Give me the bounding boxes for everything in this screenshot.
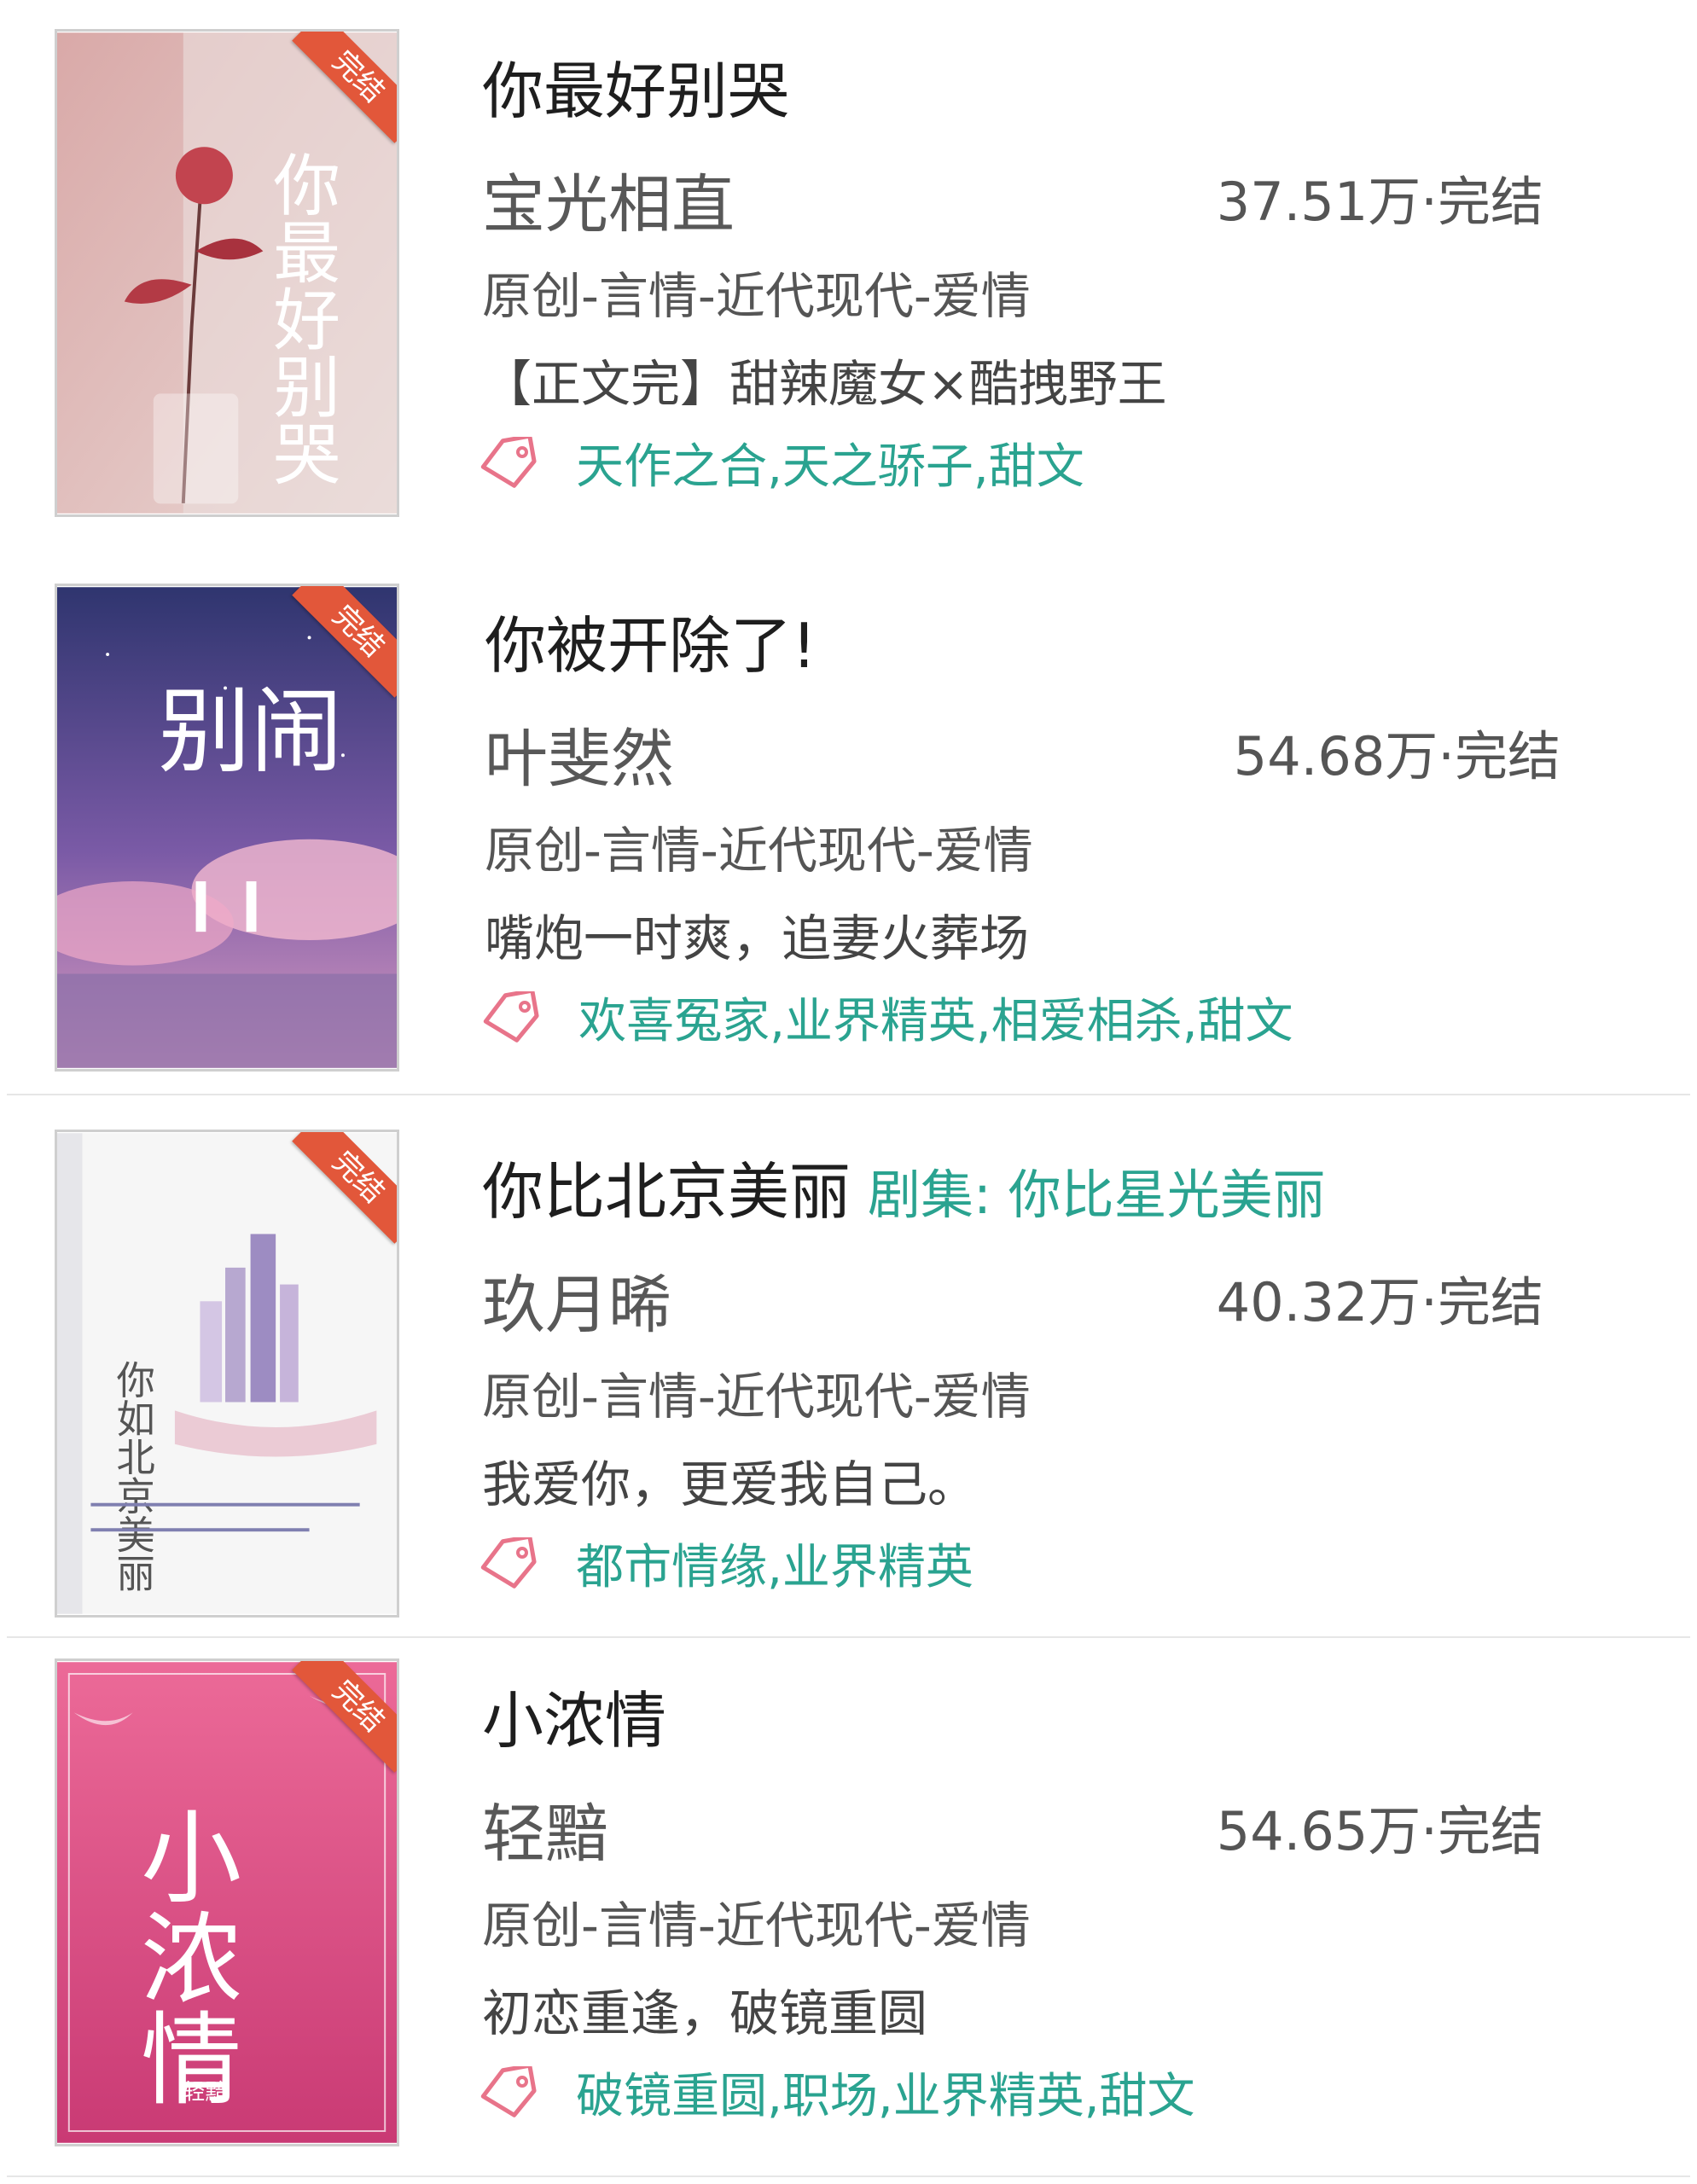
tag-icon (483, 990, 539, 1043)
tag-row[interactable]: 天作之合,天之骄子,甜文 (478, 428, 1084, 495)
status-text: 完结 (1437, 1800, 1543, 1862)
book-category: 原创-言情-近代现代-爱情 (482, 1368, 1031, 1426)
tag-icon (480, 1536, 537, 1589)
book-author[interactable]: 宝光相直 (482, 154, 735, 245)
word-count: 40.32万 (1216, 1271, 1421, 1333)
tag-row[interactable]: 欢喜冤家,业界精英,相爱相杀,甜文 (480, 983, 1293, 1049)
svg-text:你如北京美丽: 你如北京美丽 (110, 1360, 155, 1592)
tag-row[interactable]: 破镜重圆,职场,业界精英,甜文 (478, 2058, 1195, 2124)
cover-art: 小浓情 轻黯 (57, 1662, 397, 2143)
word-count: 54.65万 (1216, 1800, 1421, 1862)
word-count: 37.51万 (1216, 171, 1421, 233)
book-cover[interactable]: 别闹 完结 (55, 584, 399, 1072)
title-text: 你最好别哭 (482, 55, 790, 127)
title-text: 小浓情 (482, 1685, 667, 1757)
book-tags[interactable]: 破镜重圆,职场,业界精英,甜文 (576, 2058, 1194, 2127)
book-author[interactable]: 叶斐然 (485, 708, 674, 799)
book-cover[interactable]: 小浓情 轻黯 完结 (55, 1658, 399, 2146)
book-title[interactable]: 你最好别哭 (482, 41, 789, 131)
book-tags[interactable]: 天作之合,天之骄子,甜文 (576, 428, 1084, 497)
book-intro: 【正文完】甜辣魔女×酷拽野王 (482, 355, 1167, 413)
tag-icon (480, 2065, 537, 2117)
book-title[interactable]: 小浓情 (482, 1670, 666, 1760)
book-intro: 嘴炮一时爽，追妻火葬场 (485, 909, 1030, 967)
book-title[interactable]: 你被开除了! (485, 595, 817, 685)
book-item[interactable]: 别闹 完结 你被开除了! 叶斐然 54.68万·完结 原创-言情-近代现代-爱情… (0, 555, 1697, 1101)
tag-icon (480, 436, 537, 488)
book-meta: 54.65万·完结 (1216, 1800, 1543, 1862)
cover-art: 你如北京美丽 (57, 1133, 397, 1614)
adaptation-link[interactable]: 剧集: 你比星光美丽 (868, 1164, 1326, 1226)
book-tags[interactable]: 欢喜冤家,业界精英,相爱相杀,甜文 (578, 983, 1293, 1052)
cover-art: 你最好别哭 (57, 32, 397, 514)
book-intro: 我爱你，更爱我自己。 (482, 1455, 978, 1513)
list-divider (7, 1094, 1690, 1095)
book-cover[interactable]: 你如北京美丽 完结 (55, 1130, 399, 1618)
svg-text:小浓情: 小浓情 (125, 1805, 242, 2108)
word-count: 54.68万 (1233, 725, 1438, 787)
list-divider (7, 2175, 1690, 2177)
title-text: 你被开除了! (485, 610, 817, 682)
book-author[interactable]: 玖月晞 (482, 1254, 671, 1345)
svg-text:轻黯: 轻黯 (183, 2080, 227, 2106)
book-title[interactable]: 你比北京美丽 剧集: 你比星光美丽 (482, 1141, 1326, 1231)
book-meta: 37.51万·完结 (1216, 171, 1543, 233)
book-author[interactable]: 轻黯 (482, 1783, 608, 1874)
svg-text:别闹: 别闹 (158, 677, 343, 786)
book-item[interactable]: 你如北京美丽 完结 你比北京美丽 剧集: 你比星光美丽 玖月晞 40.32万·完结… (0, 1101, 1697, 1647)
book-category: 原创-言情-近代现代-爱情 (485, 822, 1033, 880)
book-meta: 40.32万·完结 (1216, 1271, 1543, 1333)
status-text: 完结 (1454, 725, 1560, 787)
title-text: 你比北京美丽 (482, 1156, 851, 1228)
book-intro: 初恋重逢，破镜重圆 (482, 1984, 928, 2042)
book-tags[interactable]: 都市情缘,业界精英 (576, 1529, 973, 1598)
book-meta: 54.68万·完结 (1233, 725, 1560, 787)
status-text: 完结 (1437, 171, 1543, 233)
book-cover[interactable]: 你最好别哭 完结 (55, 29, 399, 517)
book-item[interactable]: 你最好别哭 完结 你最好别哭 宝光相直 37.51万·完结 原创-言情-近代现代… (0, 0, 1697, 546)
svg-text:你最好别哭: 你最好别哭 (262, 150, 340, 486)
tag-row[interactable]: 都市情缘,业界精英 (478, 1529, 973, 1595)
status-text: 完结 (1437, 1271, 1543, 1333)
book-item[interactable]: 小浓情 轻黯 完结 小浓情 轻黯 54.65万·完结 原创-言情-近代现代-爱情… (0, 1629, 1697, 2175)
book-category: 原创-言情-近代现代-爱情 (482, 1896, 1031, 1955)
book-category: 原创-言情-近代现代-爱情 (482, 267, 1031, 325)
cover-art: 别闹 (57, 587, 397, 1068)
